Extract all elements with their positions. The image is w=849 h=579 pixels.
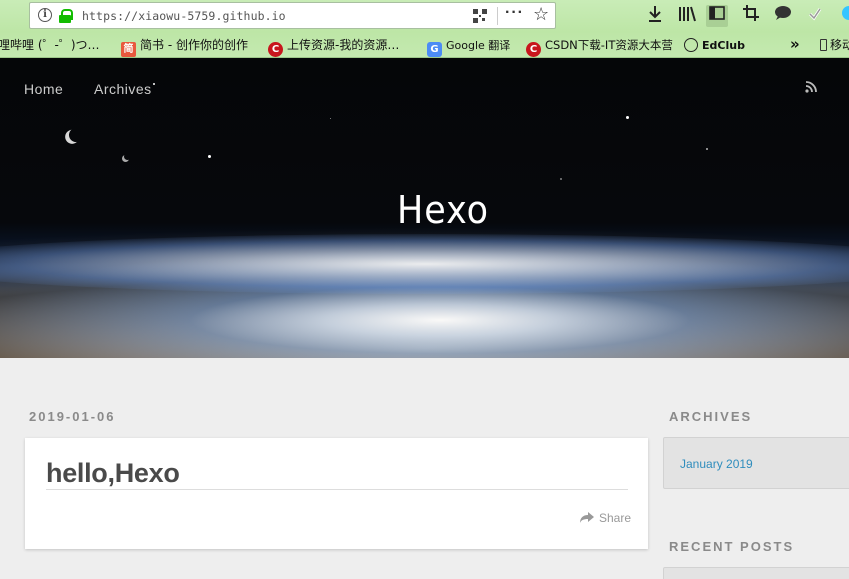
chat-icon[interactable] [772,5,794,27]
hero-banner: Home Archives Hexo [0,58,849,358]
qr-code-icon[interactable] [473,9,487,23]
bookmark-label: 哩哔哩 (゜-゜)つ… [0,38,100,52]
star [706,148,708,150]
bookmark-star-icon[interactable]: ☆ [533,4,550,25]
csdn-icon: C [526,42,541,57]
bookmark-label: 简书 - 创作你的创作 [140,38,248,52]
bookmark-item[interactable]: 移动 [820,36,849,54]
address-bar-divider [497,7,498,25]
sidebar-icon[interactable] [706,5,728,27]
lock-icon[interactable] [59,9,73,23]
browser-toolbar: i https://xiaowu-5759.github.io ··· ☆ [0,0,849,32]
site-title[interactable]: Hexo [35,188,849,232]
star [330,118,331,119]
bookmark-label: 移动 [830,38,849,52]
horizon-glow [0,234,849,294]
page-actions-icon[interactable]: ··· [505,4,524,22]
bookmark-item[interactable]: C CSDN下载-IT资源大本营 [526,36,673,57]
star [626,116,629,119]
star [153,83,155,85]
more-bookmarks-icon[interactable]: » [790,35,800,53]
mobile-icon [820,39,827,51]
recent-posts-heading: RECENT POSTS [669,539,795,554]
bookmark-item[interactable]: G Google 翻译 [427,36,511,57]
globe-icon [684,38,698,52]
bookmarks-bar: 哩哔哩 (゜-゜)つ… 简简书 - 创作你的创作 C 上传资源-我的资源… G Go… [0,32,849,58]
star [560,178,562,180]
bookmark-item[interactable]: 哩哔哩 (゜-゜)つ… [0,36,100,54]
bookmark-label: CSDN下载-IT资源大本营 [545,38,673,52]
archives-widget: January 2019 [663,437,849,489]
jianshu-icon: 简 [121,42,136,57]
downloads-icon[interactable] [644,5,666,27]
google-translate-icon: G [427,42,442,57]
star [208,155,211,158]
share-label: Share [599,511,632,525]
library-icon[interactable] [676,5,698,27]
archives-heading: ARCHIVES [669,409,753,424]
post-card: hello,Hexo Share [25,438,648,549]
url-text[interactable]: https://xiaowu-5759.github.io [82,9,286,23]
bookmark-label: EdClub [702,39,745,52]
info-icon[interactable]: i [38,8,52,22]
screenshot-icon[interactable] [740,5,762,27]
csdn-icon: C [268,42,283,57]
moon [124,153,131,160]
post-date[interactable]: 2019-01-06 [29,409,116,424]
extension-icon[interactable] [834,5,849,27]
bookmark-label: 上传资源-我的资源… [287,38,400,52]
rss-icon[interactable] [805,80,817,93]
bookmark-label: Google 翻译 [446,39,511,52]
post-title[interactable]: hello,Hexo [46,458,180,489]
bookmark-item[interactable]: EdClub [684,36,745,54]
share-icon [580,512,594,523]
archive-link-january-2019[interactable]: January 2019 [680,457,753,471]
share-button[interactable]: Share [580,511,631,525]
bookmark-item[interactable]: 简简书 - 创作你的创作 [121,36,248,57]
bookmark-item[interactable]: C 上传资源-我的资源… [268,36,400,57]
post-divider [46,489,628,490]
sync-icon[interactable] [804,5,826,27]
nav-home-link[interactable]: Home [24,81,63,97]
recent-posts-widget [663,567,849,579]
nav-archives-link[interactable]: Archives [94,81,152,97]
address-bar[interactable]: i https://xiaowu-5759.github.io ··· ☆ [29,2,556,29]
